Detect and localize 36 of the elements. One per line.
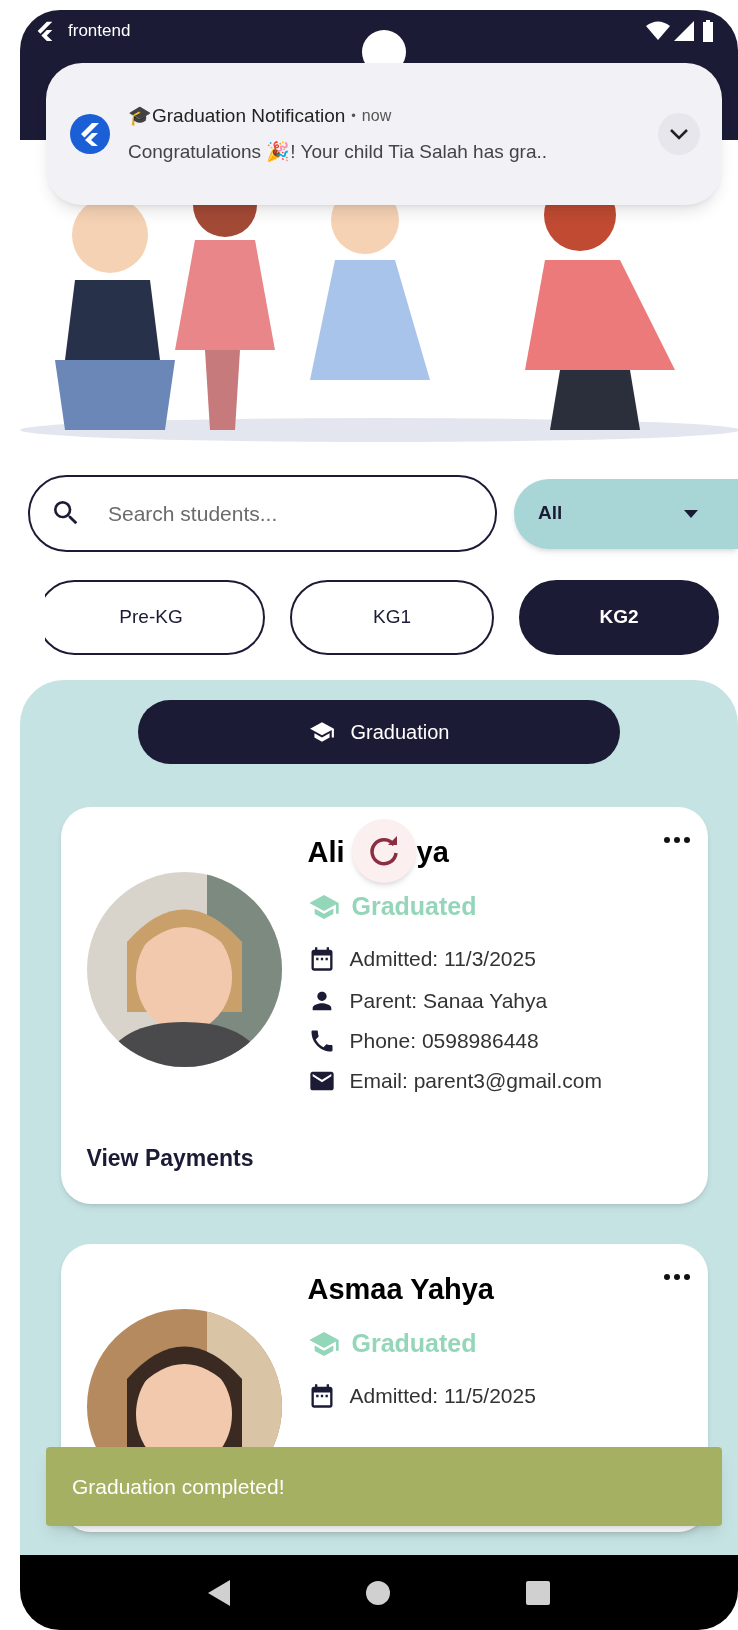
grade-chip[interactable]: KG1 — [290, 580, 494, 655]
snackbar-message: Graduation completed! — [72, 1473, 285, 1500]
grade-chip[interactable]: KG2 — [519, 580, 719, 655]
status-label: Graduated — [351, 1327, 477, 1359]
status-label: Graduated — [351, 891, 477, 923]
notification-card[interactable]: 🎓Graduation Notification • now Congratulations 🎉! Your child Tia Salah has gra.. — [46, 63, 722, 205]
student-name: Ali — [307, 835, 345, 871]
notification-message: Congratulations 🎉! Your child Tia Salah has gra.. — [128, 140, 549, 164]
notification-title: 🎓Graduation Notification — [128, 103, 346, 128]
graduation-button[interactable]: Graduation — [138, 700, 620, 764]
more-icon[interactable] — [663, 837, 690, 843]
recents-icon[interactable] — [526, 1580, 550, 1605]
detail-text: Admitted: 11/3/2025 — [349, 946, 536, 973]
expand-button[interactable] — [658, 113, 700, 155]
detail-text: Admitted: 11/5/2025 — [349, 1382, 536, 1409]
battery-icon — [702, 20, 714, 42]
detail-text: Phone: 0598986448 — [349, 1028, 539, 1055]
app-logo-icon — [70, 114, 110, 154]
signal-icon — [674, 21, 694, 41]
notification-time: now — [361, 105, 392, 126]
grade-dropdown[interactable]: All — [514, 478, 738, 549]
app-name: frontend — [68, 20, 131, 43]
search-field[interactable]: Search students... — [28, 475, 497, 552]
student-name: ya — [416, 835, 449, 871]
detail-text: Parent: Sanaa Yahya — [349, 988, 548, 1015]
more-icon[interactable] — [663, 1273, 690, 1280]
chevron-down-icon — [669, 128, 689, 140]
caret-icon — [684, 509, 698, 518]
grade-chip[interactable]: Pre-KG — [45, 580, 265, 655]
detail-text: Email: parent3@gmail.com — [349, 1068, 602, 1095]
back-icon[interactable] — [208, 1579, 230, 1606]
separator: • — [351, 107, 356, 125]
wifi-icon — [646, 21, 670, 41]
student-name: Asmaa Yahya — [307, 1271, 494, 1307]
view-payments-link[interactable]: View Payments — [86, 1141, 688, 1176]
home-icon[interactable] — [366, 1580, 390, 1605]
